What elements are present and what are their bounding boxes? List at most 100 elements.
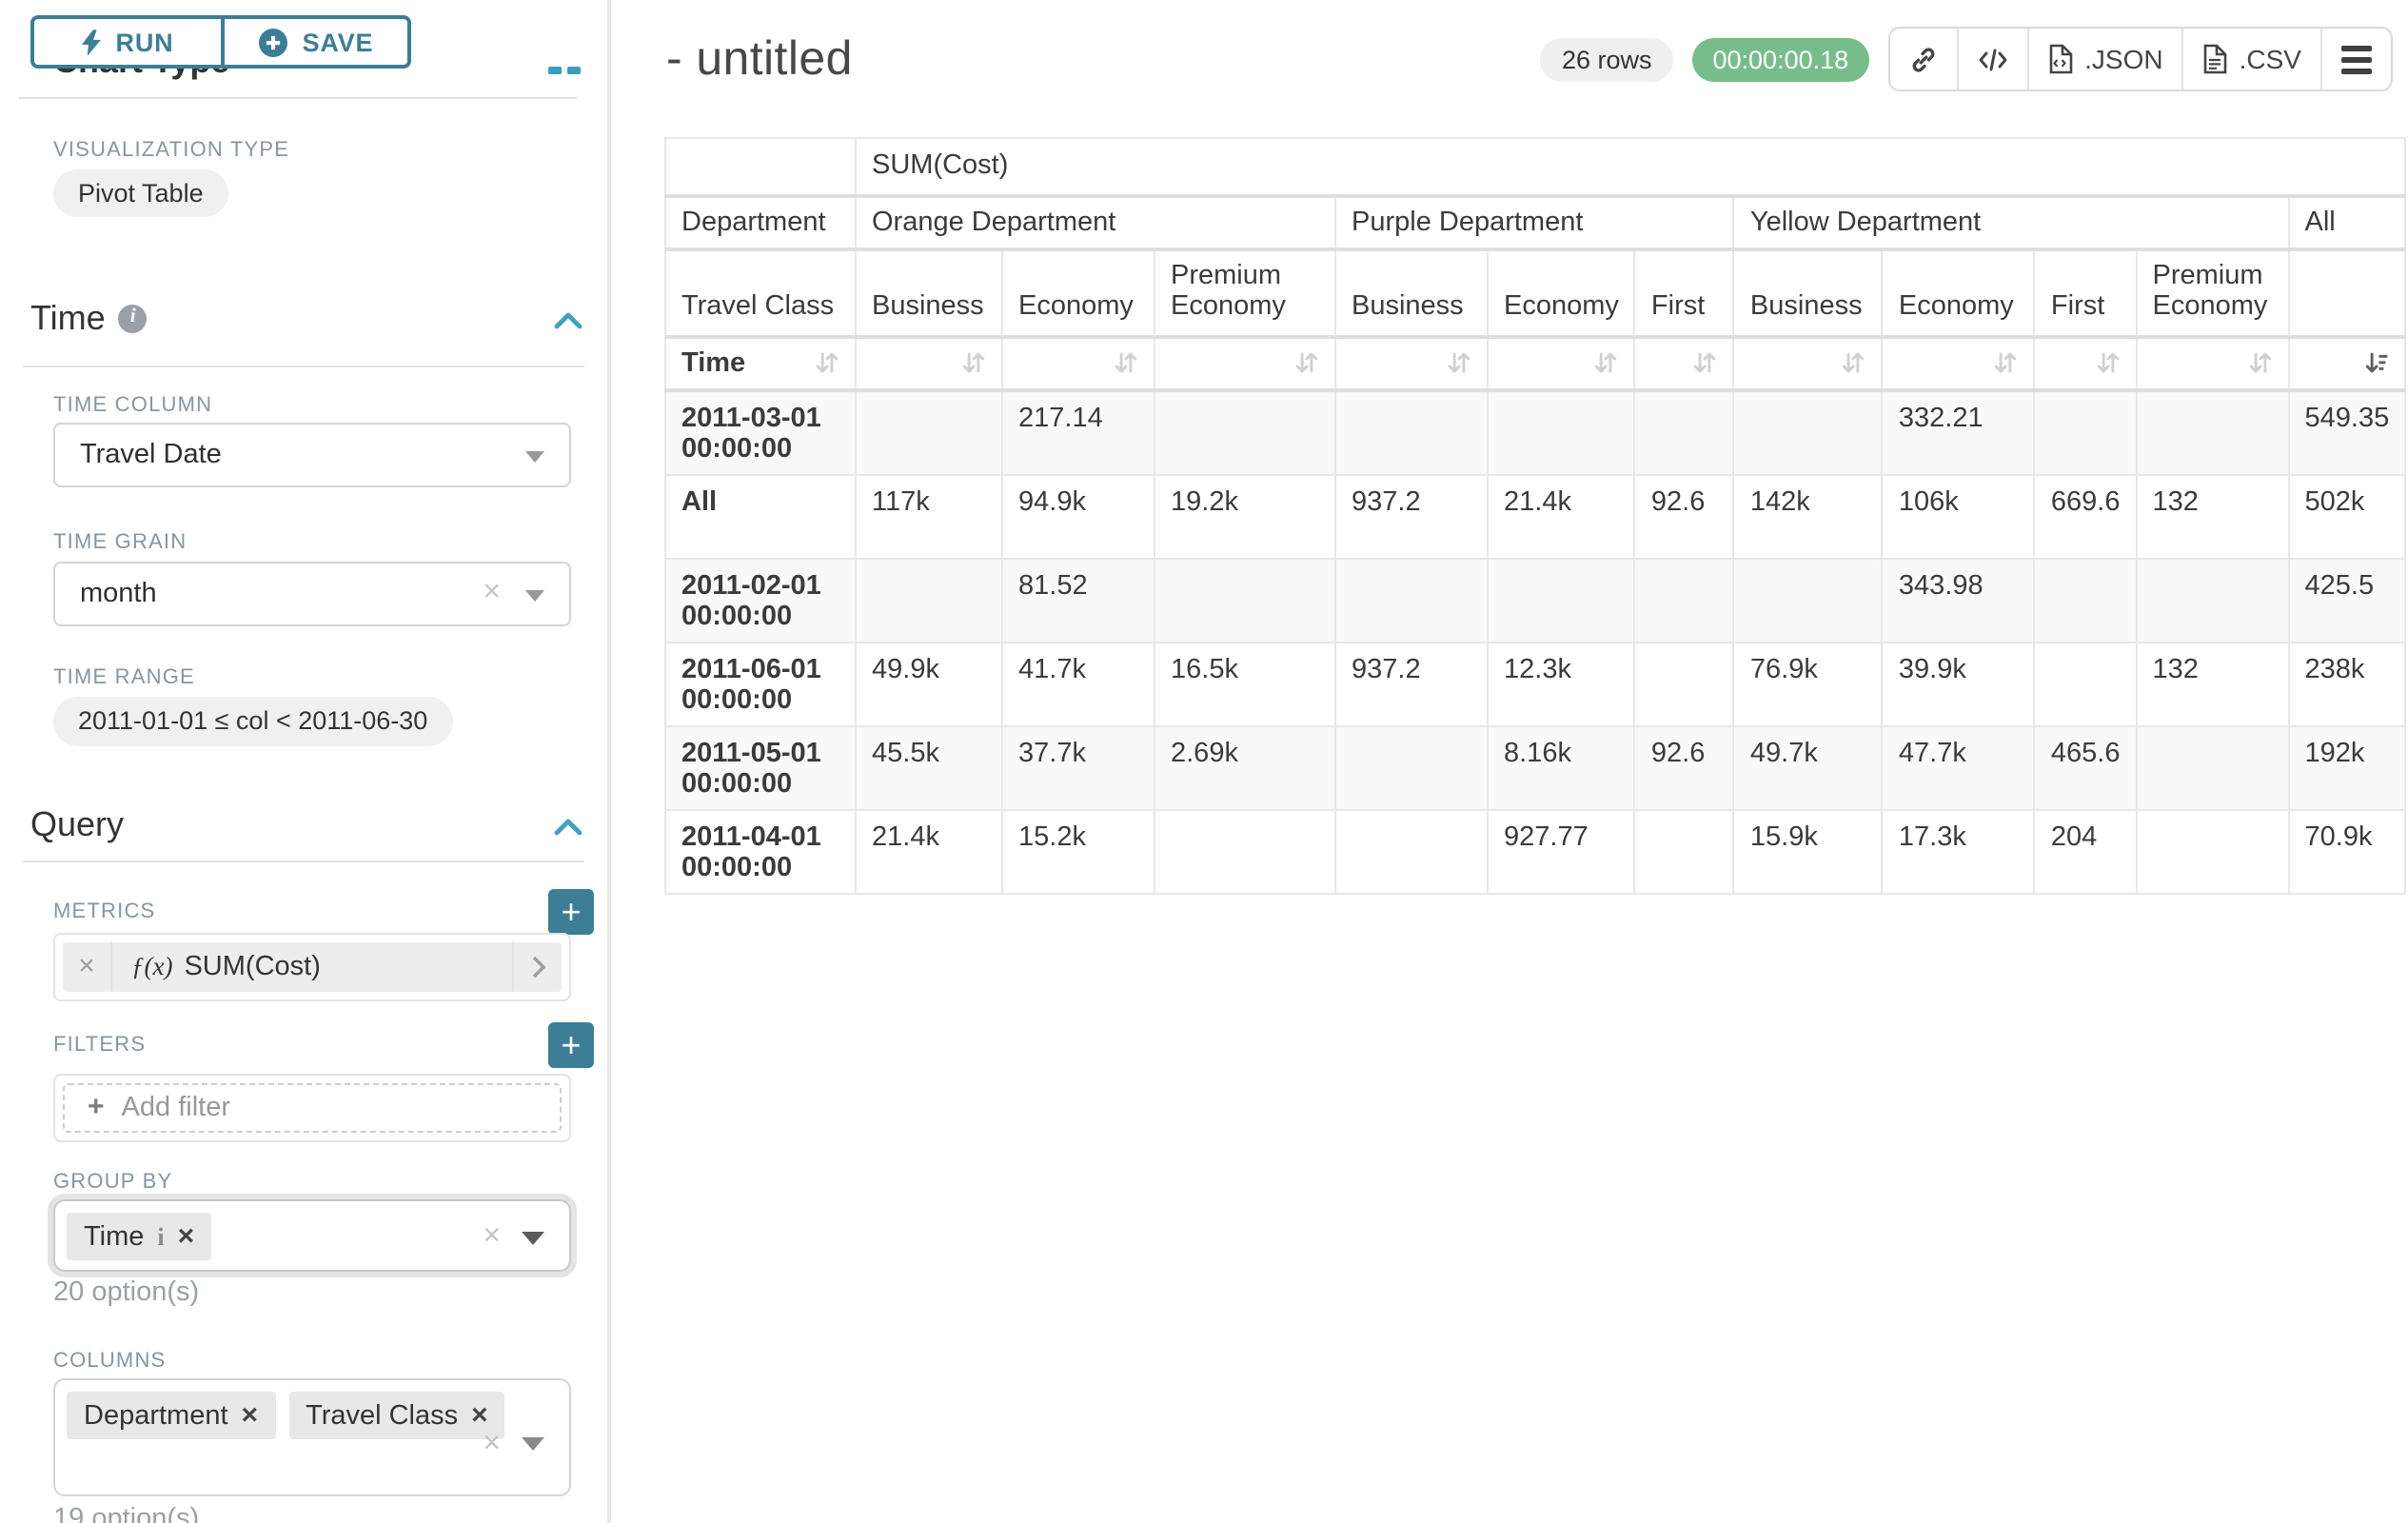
columns-options-hint: 19 option(s) [53,1504,199,1523]
pivot-row-header: 2011-02-01 00:00:00 [665,558,856,642]
pivot-value-cell: 15.2k [1002,809,1155,893]
row-count-badge: 26 rows [1541,37,1673,81]
remove-tag-icon[interactable]: × [178,1222,195,1251]
sortable-column [1155,336,1335,389]
viz-type-label: VISUALIZATION TYPE [53,139,289,162]
pivot-value-cell: 669.6 [2035,474,2137,558]
selected-option-tag[interactable]: Timei× [67,1213,211,1260]
pivot-column-header: Business [1335,248,1488,336]
remove-tag-icon[interactable]: × [242,1401,259,1430]
sort-icon[interactable] [1594,350,1619,375]
save-button-label: SAVE [303,28,374,56]
metrics-label: METRICS [53,900,155,923]
info-icon[interactable]: i [119,304,148,332]
short-link-button[interactable] [1890,29,1959,89]
pivot-row-dim-label: Department [665,195,856,248]
pivot-value-cell: 19.2k [1155,474,1335,558]
time-grain-value: month [80,579,157,609]
dropdown-caret-icon [522,1232,544,1245]
metrics-box: × ƒ(x) SUM(Cost) [53,933,571,1001]
add-metric-button[interactable]: + [548,889,594,935]
link-icon [1909,45,1938,73]
sort-icon[interactable] [1994,350,2019,375]
pivot-column-header [2289,248,2406,336]
query-heading-label: Query [30,801,124,847]
pivot-value-cell: 15.9k [1734,809,1883,893]
query-duration-badge: 00:00:00.18 [1692,37,1870,81]
remove-tag-icon[interactable]: × [471,1401,488,1430]
clear-icon[interactable]: × [483,578,501,608]
save-button[interactable]: SAVE [221,15,411,69]
pivot-value-cell [2035,389,2137,474]
pivot-row-header: 2011-04-01 00:00:00 [665,809,856,893]
function-icon: ƒ(x) [131,952,172,982]
sort-icon[interactable] [1447,350,1471,375]
pivot-value-cell: 502k [2289,474,2406,558]
pivot-value-cell: 76.9k [1734,642,1883,725]
time-range-pill[interactable]: 2011-01-01 ≤ col < 2011-06-30 [53,697,452,746]
pivot-value-cell [1635,558,1734,642]
columns-select[interactable]: Department× Travel Class × × [53,1378,571,1496]
chevron-up-icon[interactable] [554,811,582,845]
pivot-column-header: Business [1734,248,1883,336]
sort-icon[interactable] [2248,350,2273,375]
run-button[interactable]: RUN [30,15,221,69]
sort-icon[interactable] [1693,350,1718,375]
clear-icon[interactable]: × [483,1430,501,1460]
pivot-column-header: First [1635,248,1734,336]
sort-desc-icon[interactable] [2364,350,2389,375]
metric-pill[interactable]: × ƒ(x) SUM(Cost) [63,942,562,992]
pivot-value-cell: 192k [2289,725,2406,809]
code-icon [1978,47,2008,71]
selected-option-tag[interactable]: Department× [67,1392,275,1439]
pivot-table: SUM(Cost)DepartmentOrange DepartmentPurp… [664,137,2406,894]
viz-type-value-pill[interactable]: Pivot Table [53,169,228,217]
view-query-button[interactable] [1959,29,2029,89]
chart-menu-button[interactable] [2322,29,2391,89]
info-icon[interactable]: i [157,1221,164,1252]
group-by-select[interactable]: Timei× × [53,1199,571,1272]
pivot-value-cell [856,558,1002,642]
pivot-value-cell [2137,809,2289,893]
pivot-value-cell: 47.7k [1883,725,2035,809]
sort-icon[interactable] [815,350,839,375]
export-csv-button[interactable]: .CSV [2184,29,2322,89]
sort-icon[interactable] [961,350,986,375]
sort-icon[interactable] [1842,350,1866,375]
section-divider [19,97,577,99]
sortable-column [1335,336,1488,389]
pivot-value-cell [1635,809,1734,893]
pivot-metric-header: SUM(Cost) [856,138,2405,195]
pivot-value-cell: 217.14 [1002,389,1155,474]
pivot-column-group-header: Orange Department [856,195,1335,248]
add-filter-button[interactable]: + [548,1022,594,1068]
clear-icon[interactable]: × [483,1222,501,1253]
sortable-column [1883,336,2035,389]
pivot-value-cell: 937.2 [1335,642,1488,725]
tag-label: Travel Class [306,1400,458,1431]
run-button-label: RUN [116,28,174,56]
pivot-value-cell [2137,725,2289,809]
add-filter-placeholder: Add filter [122,1093,230,1123]
sort-icon[interactable] [2096,350,2121,375]
hamburger-menu-icon [2341,45,2372,73]
sort-icon[interactable] [1294,350,1319,375]
pivot-value-cell: 238k [2289,642,2406,725]
pivot-value-cell: 94.9k [1002,474,1155,558]
pivot-value-cell [2035,558,2137,642]
export-csv-label: .CSV [2240,44,2301,74]
time-column-select[interactable]: Travel Date [53,423,571,487]
chevron-up-icon[interactable] [554,305,582,339]
time-grain-select[interactable]: month × [53,562,571,626]
sort-icon[interactable] [1114,350,1138,375]
plus-circle-icon [259,28,287,56]
pivot-value-cell: 45.5k [856,725,1002,809]
chevron-right-icon[interactable] [512,942,562,992]
selected-option-tag[interactable]: Travel Class × [288,1392,505,1439]
add-filter-dropzone[interactable]: +Add filter [63,1083,562,1133]
chart-title[interactable]: - untitled [666,30,853,88]
export-json-button[interactable]: .JSON [2029,29,2183,89]
pivot-value-cell: 204 [2035,809,2137,893]
pivot-value-cell [1335,389,1488,474]
remove-metric-icon[interactable]: × [63,942,112,992]
